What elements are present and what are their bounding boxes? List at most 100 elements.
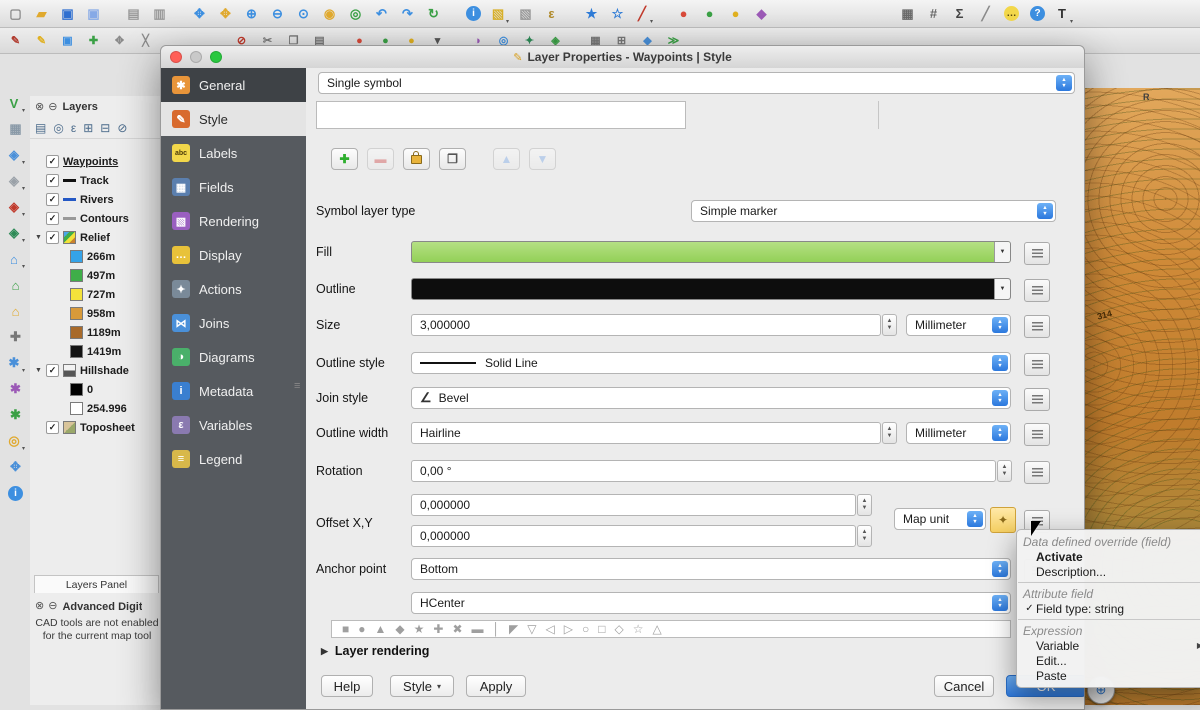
minimize-window-button[interactable] <box>190 51 202 63</box>
cancel-button[interactable]: Cancel <box>934 675 994 697</box>
tab-diagrams[interactable]: ◑ Diagrams <box>161 340 306 374</box>
symbol-layers-tree[interactable] <box>316 101 686 129</box>
marker-shape-option[interactable]: ✚ <box>433 622 443 636</box>
spatial-bookmark-icon[interactable]: ★ <box>580 3 602 25</box>
layer-relief[interactable]: ▼ ✓ Relief <box>30 228 163 247</box>
save-project-icon[interactable]: ▣ <box>56 3 78 25</box>
layer-rendering-section[interactable]: ▶ Layer rendering <box>321 644 429 658</box>
manage-map-themes-icon[interactable]: ▤ <box>35 122 46 134</box>
add-symbol-layer-button[interactable]: ✚ <box>331 148 358 170</box>
new-project-icon[interactable]: ▢ <box>4 3 26 25</box>
move-feature-icon[interactable]: ✥ <box>108 30 130 52</box>
duplicate-symbol-layer-button[interactable]: ❐ <box>439 148 466 170</box>
marker-shape-option[interactable]: ■ <box>342 622 349 636</box>
tab-variables[interactable]: ε Variables <box>161 408 306 442</box>
layer-hillshade[interactable]: ▼ ✓ Hillshade <box>30 361 163 380</box>
text-annotation-icon[interactable]: T▾ <box>1052 3 1074 25</box>
relief-class-1189m[interactable]: 1189m <box>30 323 163 342</box>
marker-shape-option[interactable]: ☆ <box>633 622 644 636</box>
remove-symbol-layer-button[interactable]: ▬ <box>367 148 394 170</box>
offset-x-stepper[interactable]: ▲▼ <box>857 494 872 516</box>
menu-item-variable[interactable]: Variable ▶ <box>1017 638 1200 653</box>
tab-joins[interactable]: ⋈ Joins <box>161 306 306 340</box>
tab-actions[interactable]: ✦ Actions <box>161 272 306 306</box>
marker-shape-option[interactable]: ▽ <box>527 622 536 636</box>
add-wcs-layer-icon[interactable]: ⌂ <box>4 274 26 296</box>
apply-button[interactable]: Apply <box>466 675 526 697</box>
zoom-window-button[interactable] <box>210 51 222 63</box>
map-navigation-icon[interactable]: ✥ <box>4 456 26 478</box>
layer-visibility-checkbox[interactable]: ✓ <box>46 212 59 225</box>
expander-icon[interactable]: ▼ <box>35 367 46 374</box>
layer-visibility-checkbox[interactable]: ✓ <box>46 174 59 187</box>
close-panel-icon[interactable]: ⊗ <box>35 601 44 612</box>
outline-data-defined-button[interactable] <box>1024 279 1050 302</box>
toggle-editing-icon[interactable]: ✎ <box>30 30 52 52</box>
menu-item-description[interactable]: Description... <box>1017 564 1200 579</box>
layer-visibility-checkbox[interactable]: ✓ <box>46 155 59 168</box>
offset-y-input[interactable]: 0,000000 <box>411 525 856 547</box>
marker-shape-option[interactable]: │ <box>493 622 501 636</box>
lock-symbol-layer-button[interactable] <box>403 148 430 170</box>
add-feature-icon[interactable]: ✚ <box>82 30 104 52</box>
refresh-icon[interactable]: ↻ <box>422 3 444 25</box>
deselect-features-icon[interactable]: ▧ <box>514 3 536 25</box>
field-calculator-icon[interactable]: # <box>922 3 944 25</box>
measure-area-icon[interactable]: ╱ <box>974 3 996 25</box>
labeling-yellow-icon[interactable]: ● <box>724 3 746 25</box>
menu-item-edit[interactable]: Edit... <box>1017 653 1200 668</box>
marker-shape-option[interactable]: ○ <box>582 622 589 636</box>
zoom-full-icon[interactable]: ◉ <box>318 3 340 25</box>
symbol-layer-type-select[interactable]: Simple marker ▲▼ <box>691 200 1056 222</box>
float-panel-icon[interactable]: ⊖ <box>48 102 57 113</box>
osm-data-icon[interactable]: ◎▾ <box>4 430 26 452</box>
add-wfs-layer-icon[interactable]: ⌂ <box>4 300 26 322</box>
marker-shape-option[interactable]: △ <box>652 622 661 636</box>
current-edits-icon[interactable]: ✎ <box>4 30 26 52</box>
offset-unit-select[interactable]: Map unit ▲▼ <box>894 508 986 530</box>
save-project-as-icon[interactable]: ▣ <box>82 3 104 25</box>
identify-icon[interactable]: i <box>462 3 484 25</box>
close-window-button[interactable] <box>170 51 182 63</box>
layer-visibility-checkbox[interactable]: ✓ <box>46 421 59 434</box>
menu-item-paste[interactable]: Paste <box>1017 668 1200 683</box>
outline-width-unit-select[interactable]: Millimeter ▲▼ <box>906 422 1011 444</box>
layer-visibility-checkbox[interactable]: ✓ <box>46 231 59 244</box>
tab-legend[interactable]: ≡ Legend <box>161 442 306 476</box>
layer-rivers[interactable]: ✓ Rivers <box>30 190 163 209</box>
fill-data-defined-button[interactable] <box>1024 242 1050 265</box>
decorations-icon[interactable]: ◆ <box>750 3 772 25</box>
add-mssql-layer-icon[interactable]: ◈▾ <box>4 196 26 218</box>
measure-icon[interactable]: ╱▾ <box>632 3 654 25</box>
size-data-defined-button[interactable] <box>1024 315 1050 338</box>
filter-legend-icon[interactable]: ◎ <box>53 122 63 134</box>
outline-style-select[interactable]: Solid Line ▲▼ <box>411 352 1011 374</box>
zoom-last-icon[interactable]: ↶ <box>370 3 392 25</box>
attributes-table-icon[interactable]: ▦ <box>896 3 918 25</box>
splitter-grip[interactable]: ≡ <box>294 380 300 392</box>
menu-item-activate[interactable]: Activate <box>1017 549 1200 564</box>
relief-class-266m[interactable]: 266m <box>30 247 163 266</box>
help-button[interactable]: Help <box>321 675 373 697</box>
new-composer-icon[interactable]: ▤ <box>122 3 144 25</box>
size-stepper[interactable]: ▲▼ <box>882 314 897 336</box>
zoom-out-icon[interactable]: ⊖ <box>266 3 288 25</box>
marker-shape-option[interactable]: □ <box>598 622 605 636</box>
expander-icon[interactable]: ▼ <box>35 234 46 241</box>
zoom-native-icon[interactable]: ⊙ <box>292 3 314 25</box>
tab-fields[interactable]: ▦ Fields <box>161 170 306 204</box>
offset-active-override-button[interactable]: ✦ <box>990 507 1016 533</box>
tab-rendering[interactable]: ▧ Rendering <box>161 204 306 238</box>
move-symbol-up-button[interactable]: ▲ <box>493 148 520 170</box>
marker-shape-option[interactable]: ▲ <box>375 622 387 636</box>
show-bookmarks-icon[interactable]: ☆ <box>606 3 628 25</box>
rotation-input[interactable]: 0,00 ° <box>411 460 996 482</box>
join-style-data-defined-button[interactable] <box>1024 388 1050 411</box>
remove-layer-icon[interactable]: ⊘ <box>117 122 127 134</box>
marker-shape-option[interactable]: ▬ <box>472 622 484 636</box>
select-features-icon[interactable]: ▧▾ <box>488 3 510 25</box>
rotation-data-defined-button[interactable] <box>1024 461 1050 484</box>
size-input[interactable]: 3,000000 <box>411 314 881 336</box>
new-geopackage-icon[interactable]: ✱ <box>4 404 26 426</box>
hillshade-class-254[interactable]: 254.996 <box>30 399 163 418</box>
